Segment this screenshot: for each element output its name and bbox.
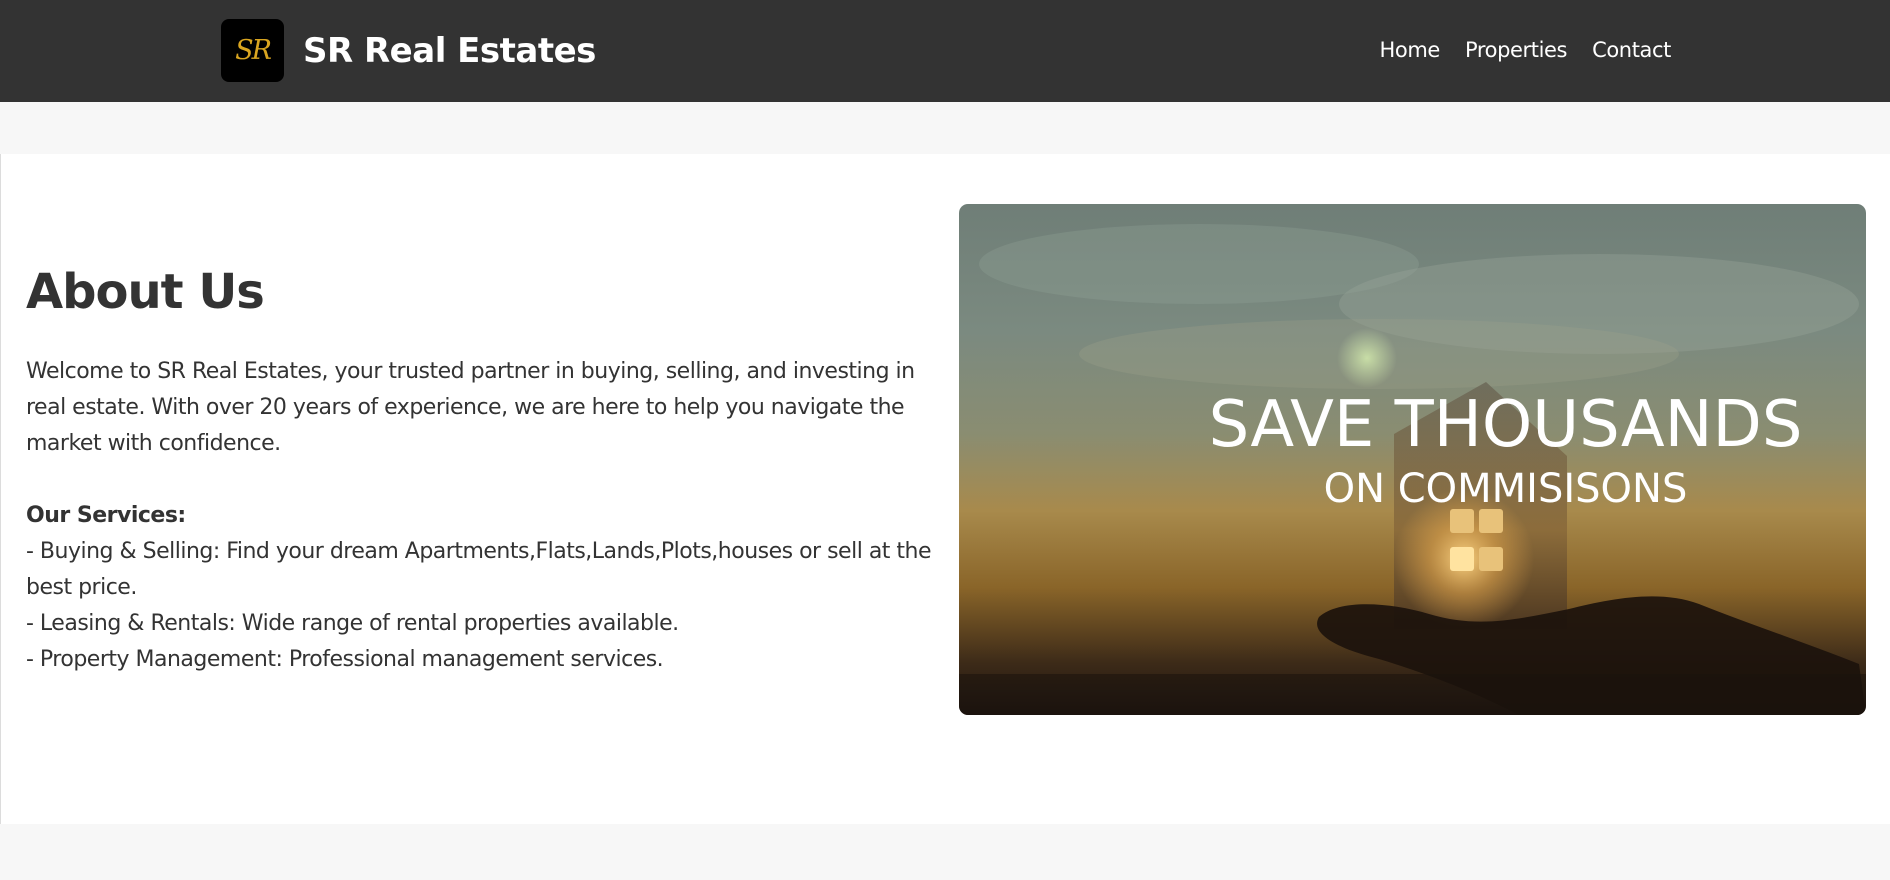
about-title: About Us [26,264,265,320]
nav-link-home[interactable]: Home [1380,36,1441,64]
banner-subheadline: ON COMMISISONS [1323,466,1688,512]
nav-link-contact[interactable]: Contact [1592,36,1671,64]
about-section: About Us Welcome to SR Real Estates, you… [0,154,1890,824]
nav-link-properties[interactable]: Properties [1465,36,1568,64]
brand-logo: SR [221,19,284,82]
brand-name: SR Real Estates [303,30,596,71]
main-nav: Home Properties Contact [1380,36,1672,64]
service-item: - Buying & Selling: Find your dream Apar… [26,539,932,600]
service-item: - Property Management: Professional mana… [26,647,664,672]
brand[interactable]: SR SR Real Estates [221,19,596,82]
about-intro: Welcome to SR Real Estates, your trusted… [26,359,915,456]
services-title: Our Services: [26,503,186,528]
top-navbar: SR SR Real Estates Home Properties Conta… [0,0,1890,102]
about-text: About Us Welcome to SR Real Estates, you… [26,262,941,678]
service-item: - Leasing & Rentals: Wide range of renta… [26,611,679,636]
banner-headline: SAVE THOUSANDS [1208,388,1803,462]
promo-banner-image: SAVE THOUSANDS ON COMMISISONS [959,204,1866,715]
